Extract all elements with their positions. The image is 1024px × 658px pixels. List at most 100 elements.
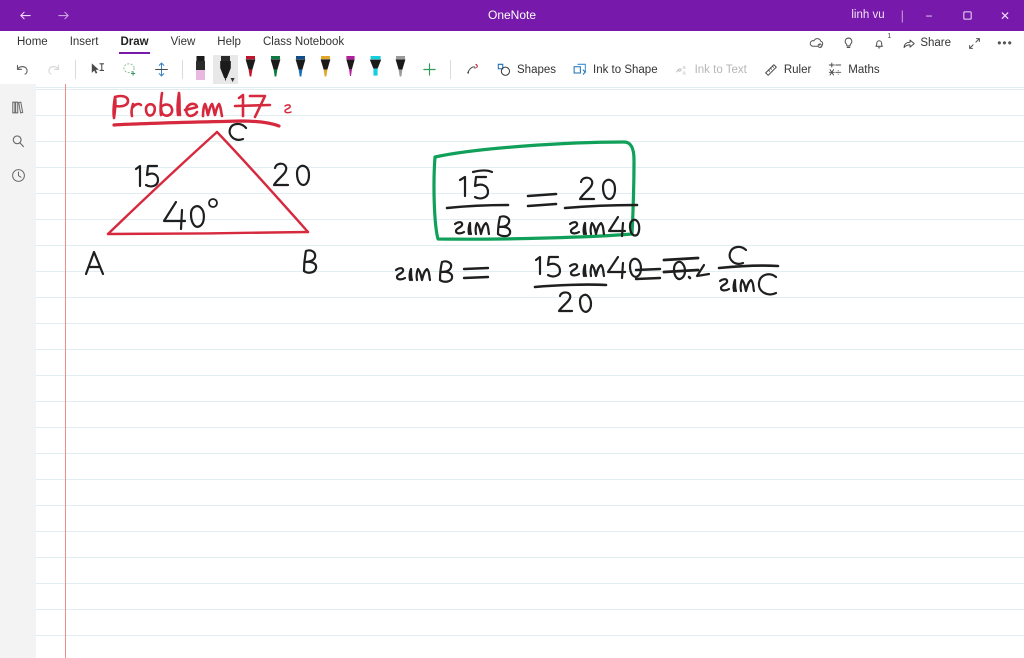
ruler-button[interactable]: Ruler — [755, 56, 819, 84]
work-result-dot — [687, 275, 692, 280]
triangle-ink — [106, 130, 310, 236]
lasso-select-icon[interactable] — [113, 56, 145, 84]
work-15-one — [534, 255, 542, 276]
shapes-label: Shapes — [517, 63, 557, 76]
label-a — [84, 250, 105, 276]
label-20-two — [272, 162, 290, 187]
lightbulb-icon[interactable] — [833, 31, 863, 55]
work-equals-1 — [462, 266, 490, 280]
select-text-icon[interactable] — [81, 56, 113, 84]
search-icon[interactable] — [0, 124, 36, 158]
frac1-num-five — [473, 175, 490, 200]
sync-icon[interactable] — [802, 31, 832, 55]
pen-green[interactable] — [263, 55, 288, 84]
undo-icon[interactable] — [6, 56, 38, 84]
pen-palette: ▼ — [188, 55, 413, 84]
maximize-restore-button[interactable] — [948, 0, 986, 31]
ribbon-divider-3 — [450, 60, 451, 79]
tab-insert[interactable]: Insert — [59, 31, 110, 55]
law-of-sines-ink — [445, 169, 780, 296]
ink-layer — [84, 91, 780, 313]
pen-blue[interactable] — [288, 55, 313, 84]
onenote-window: OneNote linh vu | − ✕ Home Insert Draw V… — [0, 0, 1024, 658]
frac3-den-n — [739, 278, 756, 293]
tab-view[interactable]: View — [160, 31, 207, 55]
title-bar-right: linh vu | − ✕ — [841, 0, 1024, 31]
work-20-two — [557, 291, 574, 313]
back-arrow-icon[interactable] — [8, 2, 42, 30]
label-40-zero — [189, 205, 205, 228]
draw-ribbon: ▼ Shapes Ink to Shape a a Ink to Text Ru… — [0, 55, 1024, 85]
work-15-five — [546, 255, 562, 278]
pen-silver[interactable] — [388, 55, 413, 84]
label-15-one — [134, 164, 142, 188]
tab-class-notebook[interactable]: Class Notebook — [252, 31, 355, 55]
label-15-five — [144, 164, 160, 188]
work-20-zero — [578, 293, 593, 313]
frac3-den-i — [732, 278, 738, 293]
frac1-num-stroke — [471, 169, 494, 174]
left-navigation-rail — [0, 84, 37, 658]
frac2-bar — [563, 203, 639, 210]
close-button[interactable]: ✕ — [986, 0, 1024, 31]
frac2-den-n — [589, 221, 606, 236]
bell-icon[interactable]: 1 — [864, 31, 894, 55]
frac2-den-i — [582, 221, 588, 236]
ink-to-text-label: Ink to Text — [694, 63, 747, 76]
maths-label: Maths — [848, 63, 880, 76]
work-sin40-zero — [628, 257, 643, 278]
work-s — [394, 267, 407, 281]
label-c — [228, 122, 248, 141]
frac3-bar — [717, 264, 780, 270]
maths-button[interactable]: Maths — [819, 56, 887, 84]
work-sin40-four — [606, 255, 627, 280]
pen-magenta[interactable] — [338, 55, 363, 84]
highlighter-cyan[interactable] — [363, 55, 388, 84]
work-sin40-n — [589, 263, 606, 278]
menu-tabs: Home Insert Draw View Help Class Noteboo… — [0, 31, 355, 55]
expand-icon[interactable] — [959, 31, 989, 55]
note-page-canvas[interactable] — [36, 84, 1024, 658]
work-i — [408, 267, 414, 282]
frac3-den-s — [718, 278, 731, 292]
work-sin40-i — [582, 263, 588, 278]
svg-text:a: a — [682, 70, 686, 76]
more-options-icon[interactable]: ••• — [990, 31, 1020, 55]
tab-draw[interactable]: Draw — [109, 31, 159, 55]
account-name[interactable]: linh vu — [841, 0, 894, 31]
frac1-den-s — [453, 221, 466, 235]
notebooks-icon[interactable] — [0, 90, 36, 124]
ribbon-divider-2 — [182, 60, 183, 79]
add-pen-button[interactable] — [413, 56, 445, 84]
pen-black[interactable]: ▼ — [213, 55, 238, 84]
equals-2 — [662, 256, 700, 274]
recent-notes-icon[interactable] — [0, 158, 36, 192]
tab-help[interactable]: Help — [206, 31, 252, 55]
chevron-down-icon[interactable]: ▼ — [229, 77, 236, 84]
frac1-num-one — [458, 175, 467, 198]
pen-pink-highlighter[interactable] — [188, 55, 213, 84]
title-bar-navigation — [0, 2, 80, 30]
work-line-ink — [394, 255, 711, 313]
ribbon-divider-1 — [75, 60, 76, 79]
frac2-num-two — [578, 176, 596, 201]
label-20-zero — [295, 164, 311, 187]
forward-arrow-icon[interactable] — [46, 2, 80, 30]
ink-to-shape-label: Ink to Shape — [593, 63, 658, 76]
pen-red[interactable] — [238, 55, 263, 84]
degree-symbol — [208, 198, 218, 208]
shapes-button[interactable]: Shapes — [488, 56, 564, 84]
frac3-den-C — [757, 273, 778, 296]
tab-home[interactable]: Home — [6, 31, 59, 55]
insert-space-icon[interactable] — [145, 56, 177, 84]
frac1-bar — [445, 203, 510, 210]
ink-replay-icon[interactable] — [456, 56, 488, 84]
share-button[interactable]: Share — [895, 31, 958, 55]
minimize-button[interactable]: − — [910, 0, 948, 31]
frac1-den-i — [467, 221, 473, 236]
work-n — [415, 267, 432, 282]
ink-to-shape-button[interactable]: Ink to Shape — [564, 56, 666, 84]
frac2-num-zero — [601, 178, 617, 201]
frac2-den-four — [607, 215, 627, 238]
pen-gold[interactable] — [313, 55, 338, 84]
